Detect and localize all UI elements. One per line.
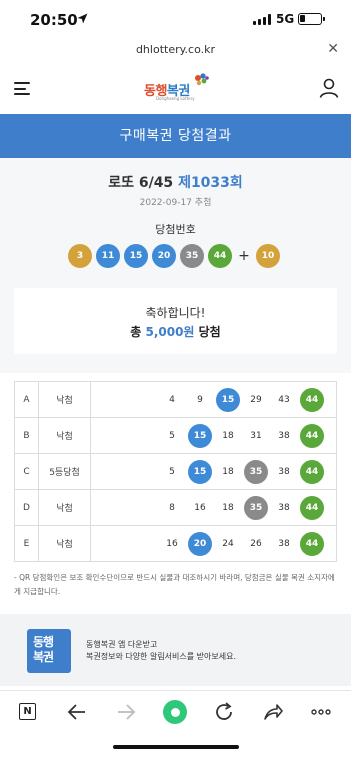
location-arrow-icon [77,13,88,24]
matched-number-ball: 44 [300,387,324,412]
matched-number-ball: 15 [188,459,212,484]
ticket-row: D 낙첨 8 16 18 35 38 44 [14,489,337,526]
ticket-number: 4 [169,394,175,405]
bonus-plus-sign: + [238,248,250,264]
winning-numbers: 3 11 15 20 35 44 +10 [68,244,284,268]
ticket-result: 낙첨 [38,525,91,562]
forward-arrow-icon[interactable] [115,701,137,723]
matched-number-ball: 35 [244,459,268,484]
more-icon[interactable] [310,701,332,723]
battery-icon [298,13,325,25]
matched-number-ball: 44 [300,423,324,448]
ticket-numbers: 5 15 18 35 38 44 [90,453,337,490]
draw-date: 2022-09-17 추첨 [139,198,212,208]
ticket-number: 43 [278,394,290,405]
winning-number-ball: 3 [68,244,92,268]
ticket-result: 낙첨 [38,381,91,418]
ticket-number: 9 [197,394,203,405]
ticket-number: 38 [278,466,290,477]
qr-notice: - QR 당첨확인은 보조 확인수단이므로 반드시 실물과 대조하시기 바라며,… [14,573,335,596]
ticket-row: B 낙첨 5 15 18 31 38 44 [14,417,337,454]
matched-number-ball: 44 [300,495,324,520]
signal-icon [253,14,271,25]
back-arrow-icon[interactable] [66,701,88,723]
draw-round: 로또 6/45 제1033회 [0,172,351,192]
matched-number-ball: 35 [244,495,268,520]
winning-numbers-label: 당첨번호 [155,223,196,236]
app-icon[interactable]: 동행 복권 [27,629,71,673]
ticket-number: 31 [250,430,262,441]
browser-toolbar: N [0,690,351,733]
ticket-number: 38 [278,538,290,549]
ticket-number: 38 [278,502,290,513]
matched-number-ball: 20 [188,531,212,556]
ticket-result: 낙첨 [38,489,91,526]
ticket-number: 18 [222,430,234,441]
ticket-row: E 낙첨 16 20 24 26 38 44 [14,525,337,562]
ticket-row: A 낙첨 4 9 15 29 43 44 [14,381,337,418]
refresh-icon[interactable] [213,701,235,723]
page-title: 구매복권 당첨결과 [0,114,351,158]
ticket-number: 38 [278,430,290,441]
ticket-numbers: 5 15 18 31 38 44 [90,417,337,454]
winning-number-ball: 11 [96,244,120,268]
green-dot-button[interactable] [163,700,187,724]
congrats-card: 축하합니다! 총 5,000원 당첨 [14,288,337,354]
network-type: 5G [276,12,295,26]
ticket-result: 5등당첨 [38,453,91,490]
ticket-result: 낙첨 [38,417,91,454]
winning-number-ball: 20 [152,244,176,268]
url-text[interactable]: dhlottery.co.kr [0,43,351,56]
matched-number-ball: 15 [216,387,240,412]
congrats-message: 축하합니다! [145,306,206,320]
share-icon[interactable] [262,701,284,723]
status-time: 20:50 [30,11,78,29]
round-number: 제1033회 [178,175,243,191]
app-download-banner[interactable]: 동행 복권 동행복권 앱 다운받고 복권정보와 다양한 알림서비스를 받아보세요. [0,614,351,686]
close-icon[interactable]: ✕ [327,41,339,57]
ticket-number: 16 [194,502,206,513]
prize-amount: 5,000원 [145,325,195,339]
naver-home-button[interactable]: N [19,703,36,720]
matched-number-ball: 15 [188,423,212,448]
matched-number-ball: 44 [300,531,324,556]
site-header: 동행복권 Donghaeng Lottery [0,62,351,114]
banner-text[interactable]: 동행복권 앱 다운받고 복권정보와 다양한 알림서비스를 받아보세요. [86,639,236,663]
ticket-label: B [14,417,39,454]
ticket-numbers: 8 16 18 35 38 44 [90,489,337,526]
matched-number-ball: 44 [300,459,324,484]
ticket-number: 18 [222,502,234,513]
site-logo[interactable]: 동행복권 Donghaeng Lottery [144,72,210,104]
winning-number-ball: 15 [124,244,148,268]
ticket-number: 24 [222,538,234,549]
ticket-results-table: A 낙첨 4 9 15 29 43 44 B 낙첨 5 15 18 31 38 44 C 5등당첨 5 15 18 35 3… [14,381,337,562]
ticket-label: E [14,525,39,562]
ticket-label: D [14,489,39,526]
ticket-number: 5 [169,466,175,477]
ticket-number: 26 [250,538,262,549]
ticket-number: 18 [222,466,234,477]
ticket-number: 8 [169,502,175,513]
ticket-numbers: 16 20 24 26 38 44 [90,525,337,562]
prize-total: 총 5,000원 당첨 [130,325,221,339]
winning-number-ball: 35 [180,244,204,268]
status-bar: 20:50 5G [0,0,351,40]
logo-subtitle: Donghaeng Lottery [156,96,195,101]
bonus-number-ball: 10 [256,244,280,268]
ticket-number: 5 [169,430,175,441]
ticket-label: A [14,381,39,418]
ticket-number: 29 [250,394,262,405]
user-icon[interactable] [319,78,339,98]
hamburger-menu-icon[interactable] [14,82,30,95]
logo-pinwheel-icon [195,73,209,86]
ticket-row: C 5등당첨 5 15 18 35 38 44 [14,453,337,490]
browser-url-bar[interactable]: dhlottery.co.kr ✕ [0,40,351,62]
winning-number-ball: 44 [208,244,232,268]
ticket-numbers: 4 9 15 29 43 44 [90,381,337,418]
home-indicator [113,745,239,749]
ticket-label: C [14,453,39,490]
ticket-number: 16 [166,538,178,549]
game-name: 로또 6/45 [108,175,174,191]
